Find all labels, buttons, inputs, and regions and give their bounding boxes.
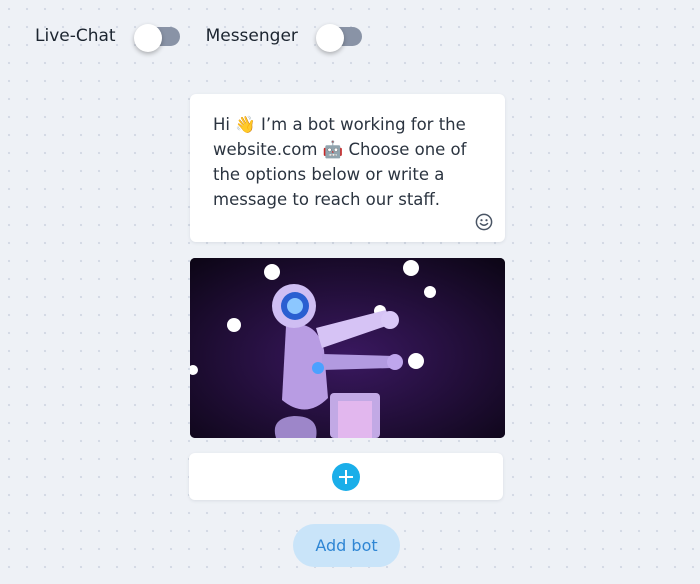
bot-message-text[interactable]: Hi 👋 I’m a bot working for the website.c… (213, 112, 478, 212)
switch-knob (315, 24, 344, 52)
robot-animation-image[interactable] (190, 258, 505, 438)
messenger-switch[interactable] (315, 24, 362, 52)
add-block-card (189, 453, 503, 500)
live-chat-toggle-group: Live-Chat (35, 24, 180, 52)
live-chat-label: Live-Chat (35, 26, 116, 46)
add-bot-button[interactable]: Add bot (293, 524, 400, 567)
channel-toggles: Live-Chat Messenger (35, 24, 388, 52)
plus-icon[interactable] (332, 463, 360, 491)
bot-message-card[interactable]: Hi 👋 I’m a bot working for the website.c… (190, 94, 505, 242)
smiley-icon[interactable] (475, 213, 493, 231)
messenger-toggle-group: Messenger (205, 24, 362, 52)
switch-knob (133, 24, 162, 52)
live-chat-switch[interactable] (133, 24, 180, 52)
messenger-label: Messenger (205, 26, 298, 46)
